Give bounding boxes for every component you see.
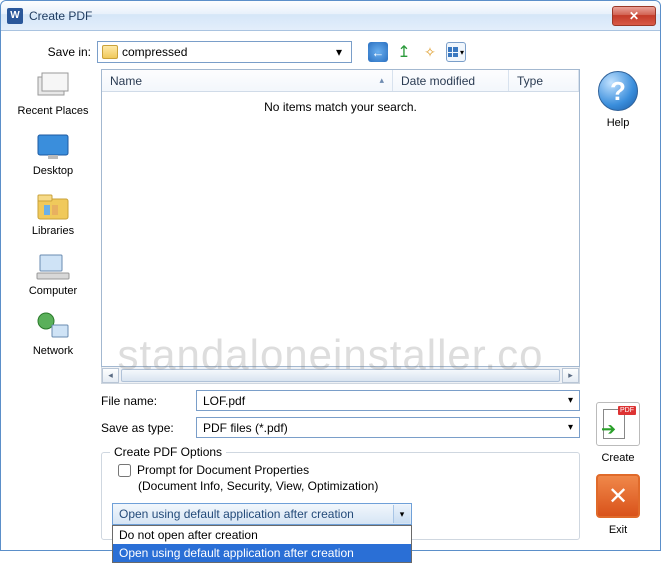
exit-label: Exit: [609, 524, 627, 536]
listview-body: No items match your search.: [102, 92, 579, 366]
column-date[interactable]: Date modified: [393, 70, 509, 91]
save-in-dropdown[interactable]: compressed ▾: [97, 41, 352, 63]
place-label: Desktop: [33, 165, 73, 177]
saveastype-label: Save as type:: [101, 421, 196, 435]
nav-icons: ← ↥ ✧ ▾: [368, 42, 466, 62]
filename-label: File name:: [101, 394, 196, 408]
empty-message: No items match your search.: [264, 100, 417, 366]
filename-combobox[interactable]: LOF.pdf ▾: [196, 390, 580, 411]
network-icon: [33, 309, 73, 343]
prompt-checkbox[interactable]: [118, 464, 131, 477]
after-creation-listbox[interactable]: Do not open after creation Open using de…: [112, 525, 412, 563]
chevron-down-icon: ▾: [331, 43, 347, 61]
after-creation-selected[interactable]: Open using default application after cre…: [112, 503, 412, 525]
after-creation-option[interactable]: Do not open after creation: [113, 526, 411, 544]
place-label: Network: [33, 345, 73, 357]
libraries-icon: [33, 189, 73, 223]
place-recent[interactable]: Recent Places: [18, 69, 89, 117]
right-column: ? Help ➔ PDF Create ✕ Exit: [588, 69, 648, 540]
help-label: Help: [607, 117, 630, 129]
after-creation-dropdown[interactable]: Open using default application after cre…: [112, 503, 412, 525]
place-desktop[interactable]: Desktop: [33, 129, 73, 177]
scroll-right-button[interactable]: ▸: [562, 368, 579, 383]
listview-header: Name Date modified Type: [102, 70, 579, 92]
chevron-down-icon: ▾: [568, 395, 573, 406]
place-libraries[interactable]: Libraries: [32, 189, 74, 237]
options-legend: Create PDF Options: [110, 445, 226, 459]
create-pdf-options-group: Create PDF Options Prompt for Document P…: [101, 452, 580, 540]
chevron-down-icon: ▾: [393, 505, 410, 523]
form-rows: File name: LOF.pdf ▾ Save as type: PDF f…: [101, 390, 580, 444]
prompt-helper: (Document Info, Security, View, Optimiza…: [138, 479, 569, 493]
prompt-checkbox-row: Prompt for Document Properties: [118, 463, 569, 477]
scroll-left-button[interactable]: ◂: [102, 368, 119, 383]
saveastype-combobox[interactable]: PDF files (*.pdf) ▾: [196, 417, 580, 438]
place-network[interactable]: Network: [33, 309, 73, 357]
place-computer[interactable]: Computer: [29, 249, 77, 297]
folder-icon: [102, 45, 118, 59]
scroll-track[interactable]: [119, 368, 562, 383]
grid-icon: [448, 47, 458, 57]
help-button[interactable]: ?: [598, 71, 638, 111]
titlebar[interactable]: W Create PDF ✕: [1, 1, 660, 31]
save-in-label: Save in:: [13, 45, 91, 59]
filename-value: LOF.pdf: [203, 394, 245, 408]
new-folder-button[interactable]: ✧: [420, 42, 440, 62]
back-button[interactable]: ←: [368, 42, 388, 62]
file-listview[interactable]: Name Date modified Type No items match y…: [101, 69, 580, 367]
horizontal-scrollbar[interactable]: ◂ ▸: [101, 367, 580, 384]
create-button[interactable]: ➔ PDF: [596, 402, 640, 446]
places-bar: Recent Places Desktop Libraries Computer…: [13, 69, 93, 540]
after-creation-value: Open using default application after cre…: [119, 507, 354, 521]
create-pdf-dialog: W Create PDF ✕ Save in: compressed ▾ ← ↥…: [0, 0, 661, 551]
create-label: Create: [601, 452, 634, 464]
chevron-down-icon: ▾: [460, 48, 464, 57]
after-creation-option[interactable]: Open using default application after cre…: [113, 544, 411, 562]
file-list-wrap: Name Date modified Type No items match y…: [101, 69, 580, 540]
client-area: Save in: compressed ▾ ← ↥ ✧ ▾ Recent: [1, 31, 660, 550]
pdf-badge-icon: PDF: [618, 406, 636, 415]
view-menu-button[interactable]: ▾: [446, 42, 466, 62]
middle-row: Recent Places Desktop Libraries Computer…: [13, 69, 648, 540]
filename-row: File name: LOF.pdf ▾: [101, 390, 580, 411]
computer-icon: [33, 249, 73, 283]
close-button[interactable]: ✕: [612, 6, 656, 26]
exit-button[interactable]: ✕: [596, 474, 640, 518]
desktop-icon: [33, 129, 73, 163]
save-in-value: compressed: [122, 45, 331, 59]
saveastype-row: Save as type: PDF files (*.pdf) ▾: [101, 417, 580, 438]
scroll-thumb[interactable]: [121, 369, 560, 382]
place-label: Libraries: [32, 225, 74, 237]
top-toolbar: Save in: compressed ▾ ← ↥ ✧ ▾: [13, 41, 648, 63]
app-icon: W: [7, 8, 23, 24]
column-type[interactable]: Type: [509, 70, 579, 91]
place-label: Recent Places: [18, 105, 89, 117]
saveastype-value: PDF files (*.pdf): [203, 421, 288, 435]
recent-places-icon: [33, 69, 73, 103]
up-one-level-button[interactable]: ↥: [394, 42, 414, 62]
place-label: Computer: [29, 285, 77, 297]
prompt-label: Prompt for Document Properties: [137, 463, 309, 477]
arrow-icon: ➔: [601, 419, 616, 440]
window-title: Create PDF: [29, 9, 612, 23]
chevron-down-icon: ▾: [568, 422, 573, 433]
column-name[interactable]: Name: [102, 70, 393, 91]
